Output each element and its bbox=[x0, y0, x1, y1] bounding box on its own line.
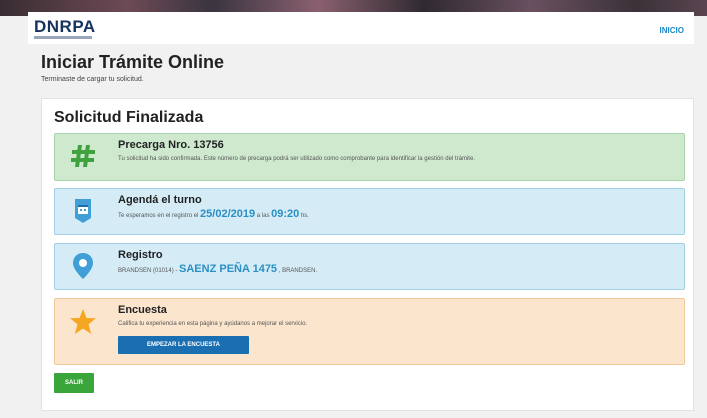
turno-date: 25/02/2019 bbox=[200, 208, 256, 220]
calendar-badge-icon bbox=[69, 197, 97, 225]
turno-time: 09:20 bbox=[271, 208, 300, 220]
logo-tagline-bar bbox=[34, 36, 92, 39]
turno-text-middle: a las bbox=[256, 213, 270, 219]
precarga-heading: Precarga Nro. 13756 bbox=[118, 139, 224, 151]
encuesta-box: Encuesta Califica tu experiencia en esta… bbox=[54, 298, 685, 365]
page-title: Iniciar Trámite Online bbox=[41, 52, 225, 72]
dnrpa-logo[interactable]: DNRPA bbox=[34, 17, 96, 37]
card-title: Solicitud Finalizada bbox=[54, 109, 204, 126]
registro-address: SAENZ PEÑA 1475 bbox=[179, 263, 278, 275]
precarga-box: Precarga Nro. 13756 Tu solicitud ha sido… bbox=[54, 133, 685, 181]
turno-box: Agendá el turno Te esperamos en el regis… bbox=[54, 188, 685, 235]
top-navbar: DNRPA INICIO bbox=[28, 12, 694, 44]
registro-location: BRANDSEN (01014) - bbox=[118, 268, 178, 274]
turno-text-prefix: Te esperamos en el registro el bbox=[118, 213, 199, 219]
encuesta-heading: Encuesta bbox=[118, 304, 167, 316]
registro-city: , BRANDSEN. bbox=[278, 268, 318, 274]
solicitud-card: Solicitud Finalizada Precarga Nro. 13756… bbox=[41, 98, 694, 411]
turno-text-suffix: hs. bbox=[300, 213, 309, 219]
turno-heading: Agendá el turno bbox=[118, 194, 202, 206]
registro-box: Registro BRANDSEN (01014) - SAENZ PEÑA 1… bbox=[54, 243, 685, 290]
registro-heading: Registro bbox=[118, 249, 163, 261]
page-subtitle: Terminaste de cargar tu solicitud. bbox=[41, 76, 144, 83]
encuesta-text: Califica tu experiencia en esta página y… bbox=[118, 321, 308, 327]
nav-link-inicio[interactable]: INICIO bbox=[660, 26, 684, 35]
location-pin-icon bbox=[69, 252, 97, 280]
registro-text: BRANDSEN (01014) - SAENZ PEÑA 1475 , BRA… bbox=[118, 263, 676, 276]
hash-icon bbox=[69, 142, 97, 170]
empezar-encuesta-button[interactable]: EMPEZAR LA ENCUESTA bbox=[118, 336, 249, 354]
salir-button[interactable]: SALIR bbox=[54, 373, 94, 393]
precarga-text: Tu solicitud ha sido confirmada. Este nú… bbox=[118, 156, 475, 162]
turno-text: Te esperamos en el registro el 25/02/201… bbox=[118, 208, 676, 221]
star-icon bbox=[69, 307, 97, 335]
